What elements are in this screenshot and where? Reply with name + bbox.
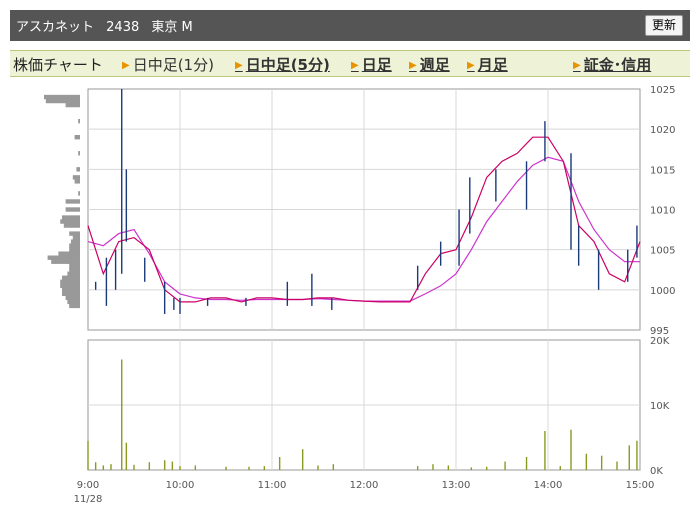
volume-profile-bar (78, 151, 80, 156)
volume-profile-bar (60, 279, 80, 284)
price-tick-label: 1020 (650, 125, 675, 136)
date-label: 11/28 (74, 494, 103, 505)
volume-bar (317, 465, 319, 470)
volume-profile-bar (72, 175, 80, 180)
volume-bar (447, 465, 450, 470)
volume-bar (278, 457, 281, 470)
volume-bar (163, 460, 166, 470)
volume-profile-bar (65, 207, 80, 212)
volume-profile-bar (74, 179, 80, 184)
volume-profile-bar (62, 215, 80, 220)
volume-profile-bar (60, 219, 80, 224)
price-chart: 9:00 10:00 11:00 12:00 13:00 14:00 15:0011/289… (44, 85, 675, 505)
volume-profile-bar (65, 102, 80, 108)
volume-profile-bar (67, 271, 80, 276)
volume-profile-bar (63, 223, 80, 228)
volume-profile-bar (69, 231, 80, 236)
volume-profile-bar (51, 259, 80, 264)
volume-bar (332, 464, 335, 470)
volume-profile-bar (65, 199, 80, 204)
volume-bar (504, 461, 506, 470)
x-tick-label: 12:00 (350, 480, 379, 491)
volume-profile-bar (69, 243, 80, 248)
volume-bar (148, 462, 151, 470)
volume-bar (636, 440, 638, 470)
volume-bar (432, 464, 434, 470)
volume-bar (585, 453, 588, 470)
volume-profile-bar (44, 94, 80, 100)
volume-bar (470, 467, 473, 470)
volume-bar (263, 466, 266, 470)
volume-profile-bar (62, 291, 80, 297)
volume-profile (44, 94, 80, 309)
volume-profile-bar (45, 98, 80, 104)
volume-bar (225, 466, 227, 470)
volume-profile-bar (67, 299, 80, 305)
volume-bar (600, 455, 603, 470)
volume-bar (570, 429, 572, 470)
volume-profile-bar (60, 283, 80, 289)
volume-profile-bar (69, 263, 80, 268)
x-tick-label: 15:00 (626, 480, 655, 491)
x-tick-label: 13:00 (442, 480, 471, 491)
price-grid (87, 88, 641, 331)
volume-tick-label: 20K (650, 336, 670, 347)
price-tick-label: 1025 (650, 85, 675, 96)
price-tick-label: 1010 (650, 206, 675, 217)
volume-bar (559, 466, 561, 470)
x-tick-label: 11:00 (258, 480, 287, 491)
volume-bar (194, 465, 197, 470)
volume-bar (133, 464, 135, 470)
volume-profile-bar (78, 118, 80, 124)
volume-bar (616, 461, 618, 470)
volume-profile-bar (69, 303, 80, 309)
volume-profile-bar (62, 287, 80, 293)
x-tick-label: 10:00 (166, 480, 195, 491)
volume-profile-bar (76, 167, 80, 172)
volume-bar (301, 449, 304, 470)
volume-bar (416, 466, 419, 470)
volume-bar (171, 461, 174, 470)
volume-bar (102, 465, 105, 470)
volume-profile-bar (65, 295, 80, 301)
price-tick-label: 1000 (650, 286, 675, 297)
volume-tick-label: 10K (650, 401, 670, 412)
x-tick-label: 14:00 (534, 480, 563, 491)
volume-profile-bar (71, 239, 80, 244)
x-tick-label: 9:00 (77, 480, 99, 491)
volume-profile-bar (72, 235, 80, 240)
volume-bar (110, 464, 112, 470)
price-tick-label: 1005 (650, 246, 675, 257)
volume-tick-label: 0K (650, 466, 663, 477)
volume-bar (94, 462, 97, 470)
volume-bar (525, 457, 528, 470)
volume-profile-bar (74, 135, 80, 140)
volume-bar (248, 466, 250, 470)
volume-bar (628, 445, 630, 470)
volume-bar (544, 431, 546, 470)
volume-bar (485, 466, 488, 470)
volume-profile-bar (69, 247, 80, 252)
volume-profile-bar (58, 251, 80, 256)
volume-bar (121, 359, 123, 470)
volume-profile-bar (47, 255, 80, 260)
volume-grid (87, 339, 641, 471)
volume-profile-bar (78, 191, 80, 196)
volume-bar (125, 442, 128, 470)
volume-profile-bar (69, 267, 80, 272)
volume-bar (179, 466, 181, 470)
volume-profile-bar (62, 275, 80, 280)
price-tick-label: 1015 (650, 165, 675, 176)
volume-bar (87, 440, 89, 470)
